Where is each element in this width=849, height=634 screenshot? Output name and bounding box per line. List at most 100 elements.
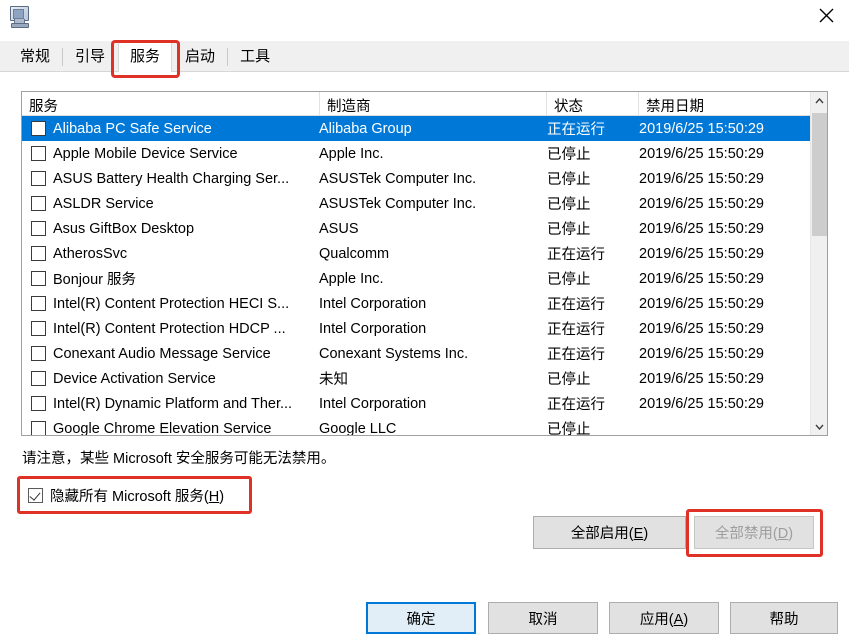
row-checkbox[interactable]	[31, 271, 46, 286]
tab-tools[interactable]: 工具	[227, 42, 282, 71]
tab-bar: 常规 引导 服务 启动 工具	[0, 41, 849, 72]
table-row[interactable]: ASLDR Service ASUSTek Computer Inc. 已停止 201…	[22, 191, 827, 216]
help-button[interactable]: 帮助	[730, 602, 838, 634]
service-disable-date: 2019/6/25 15:50:29	[639, 320, 764, 337]
service-status: 已停止	[547, 272, 591, 288]
service-manufacturer: ASUSTek Computer Inc.	[319, 170, 477, 187]
service-name: Intel(R) Dynamic Platform and Ther...	[53, 395, 293, 412]
service-disable-date: 2019/6/25 15:50:29	[639, 270, 764, 287]
enable-all-label: 全部启用(E)	[570, 526, 649, 542]
service-manufacturer: Intel Corporation	[319, 295, 427, 312]
row-checkbox[interactable]	[31, 221, 46, 236]
tab-startup[interactable]: 启动	[173, 42, 227, 71]
row-checkbox[interactable]	[31, 171, 46, 186]
column-header-service[interactable]: 服务	[22, 92, 320, 115]
service-name: ASLDR Service	[53, 195, 154, 212]
row-checkbox[interactable]	[31, 121, 46, 136]
row-checkbox[interactable]	[31, 296, 46, 311]
service-name: Google Chrome Elevation Service	[53, 420, 272, 436]
vertical-scrollbar[interactable]	[810, 92, 827, 435]
column-header-disable-date[interactable]: 禁用日期	[639, 92, 812, 115]
hide-microsoft-services-label: 隐藏所有 Microsoft 服务(H)	[50, 489, 225, 505]
table-row[interactable]: Alibaba PC Safe Service Alibaba Group 正在运行…	[22, 116, 827, 141]
service-name: AtherosSvc	[53, 245, 128, 262]
dialog-footer: 确定 取消 应用(A) 帮助	[0, 555, 849, 634]
row-checkbox[interactable]	[31, 396, 46, 411]
service-status: 已停止	[547, 372, 591, 388]
table-row[interactable]: Conexant Audio Message Service Conexant S…	[22, 341, 827, 366]
service-name: Conexant Audio Message Service	[53, 345, 271, 362]
tab-general[interactable]: 常规	[8, 42, 62, 71]
service-manufacturer: Alibaba Group	[319, 120, 412, 137]
table-row[interactable]: Intel(R) Content Protection HECI S... Int…	[22, 291, 827, 316]
enable-all-button[interactable]: 全部启用(E)	[533, 516, 686, 549]
tab-tools-label: 工具	[240, 48, 271, 65]
table-row[interactable]: Intel(R) Content Protection HDCP ... Inte…	[22, 316, 827, 341]
hide-microsoft-services-checkbox[interactable]: 隐藏所有 Microsoft 服务(H)	[28, 485, 224, 506]
window-titlebar	[0, 0, 849, 41]
service-disable-date: 2019/6/25 15:50:29	[639, 295, 764, 312]
scrollbar-track[interactable]	[811, 109, 827, 418]
tab-services-label: 服务	[130, 48, 161, 65]
microsoft-services-note: 请注意，某些 Microsoft 安全服务可能无法禁用。	[22, 451, 336, 467]
service-name: Intel(R) Content Protection HDCP ...	[53, 320, 286, 337]
service-disable-date: 2019/6/25 15:50:29	[639, 120, 764, 137]
service-disable-date: 2019/6/25 15:50:29	[639, 245, 764, 262]
table-row[interactable]: Asus GiftBox Desktop ASUS 已停止 2019/6/25 15:…	[22, 216, 827, 241]
row-checkbox[interactable]	[31, 246, 46, 261]
table-row[interactable]: Intel(R) Dynamic Platform and Ther... Int…	[22, 391, 827, 416]
scrollbar-thumb[interactable]	[812, 113, 827, 236]
service-name: ASUS Battery Health Charging Ser...	[53, 170, 290, 187]
row-checkbox[interactable]	[31, 146, 46, 161]
table-row[interactable]: Device Activation Service 未知 已停止 2019/6/25 …	[22, 366, 827, 391]
service-manufacturer: Google LLC	[319, 420, 397, 436]
column-header-status[interactable]: 状态	[547, 92, 639, 115]
disable-all-button[interactable]: 全部禁用(D)	[694, 516, 814, 549]
cancel-label: 取消	[528, 611, 558, 628]
tab-services[interactable]: 服务	[118, 42, 173, 72]
service-status: 已停止	[547, 147, 591, 163]
scroll-down-icon[interactable]	[811, 418, 827, 435]
service-disable-date: 2019/6/25 15:50:29	[639, 145, 764, 162]
service-status: 正在运行	[547, 322, 605, 338]
table-row[interactable]: AtherosSvc Qualcomm 正在运行 2019/6/25 15:50:29	[22, 241, 827, 266]
row-checkbox[interactable]	[31, 196, 46, 211]
table-row[interactable]: Bonjour 服务 Apple Inc. 已停止 2019/6/25 15:50:2…	[22, 266, 827, 291]
service-manufacturer: Qualcomm	[319, 245, 390, 262]
table-row[interactable]: Apple Mobile Device Service Apple Inc. 已停止…	[22, 141, 827, 166]
service-name: Apple Mobile Device Service	[53, 145, 238, 162]
tab-startup-label: 启动	[185, 48, 216, 65]
row-checkbox[interactable]	[31, 371, 46, 386]
service-status: 已停止	[547, 422, 591, 435]
service-name: Intel(R) Content Protection HECI S...	[53, 295, 290, 312]
services-list: 服务 制造商 状态 禁用日期 Alibaba PC Safe Service Al…	[21, 91, 828, 436]
apply-label: 应用(A)	[639, 611, 689, 628]
row-checkbox[interactable]	[31, 346, 46, 361]
apply-button[interactable]: 应用(A)	[609, 602, 719, 634]
checkmark-icon	[28, 488, 43, 503]
help-label: 帮助	[769, 611, 799, 628]
row-checkbox[interactable]	[31, 321, 46, 336]
ok-button[interactable]: 确定	[366, 602, 476, 634]
service-disable-date: 2019/6/25 15:50:29	[639, 220, 764, 237]
cancel-button[interactable]: 取消	[488, 602, 598, 634]
row-checkbox[interactable]	[31, 421, 46, 435]
services-panel: 服务 制造商 状态 禁用日期 Alibaba PC Safe Service Al…	[0, 72, 849, 634]
table-row[interactable]: Google Chrome Elevation Service Google LL…	[22, 416, 827, 435]
close-icon[interactable]	[803, 0, 849, 31]
tab-general-label: 常规	[20, 48, 51, 65]
service-name: Alibaba PC Safe Service	[53, 120, 212, 137]
service-name: Bonjour 服务	[53, 272, 137, 288]
service-manufacturer: ASUSTek Computer Inc.	[319, 195, 477, 212]
ok-label: 确定	[406, 611, 436, 628]
table-row[interactable]: ASUS Battery Health Charging Ser... ASUST…	[22, 166, 827, 191]
service-disable-date: 2019/6/25 15:50:29	[639, 370, 764, 387]
service-disable-date: 2019/6/25 15:50:29	[639, 170, 764, 187]
service-manufacturer: Apple Inc.	[319, 145, 384, 162]
column-header-manufacturer[interactable]: 制造商	[320, 92, 547, 115]
scroll-up-icon[interactable]	[811, 92, 827, 109]
service-status: 已停止	[547, 172, 591, 188]
services-table-header: 服务 制造商 状态 禁用日期	[22, 92, 827, 116]
tab-boot[interactable]: 引导	[62, 42, 117, 71]
service-name: Asus GiftBox Desktop	[53, 220, 195, 237]
